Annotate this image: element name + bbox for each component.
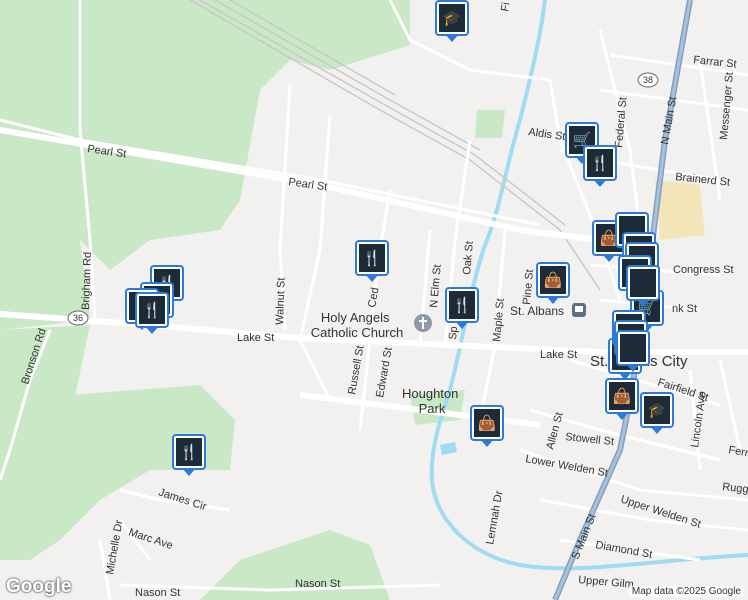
urban-area <box>655 180 705 240</box>
street-label: S Main St <box>570 512 599 561</box>
street-label: Edward St <box>374 346 395 398</box>
fork-knife-icon: 🍴 <box>449 291 475 319</box>
street-label: Aldis St <box>528 126 567 143</box>
street-label: Walnut St <box>274 277 288 325</box>
station-label: St. Albans <box>510 304 564 318</box>
map-marker-education[interactable]: 🎓 <box>435 0 469 42</box>
map-marker-restaurant[interactable]: 🍴 <box>445 287 479 329</box>
street-label: Brigham Rd <box>80 252 94 310</box>
church-icon <box>414 314 432 332</box>
svg-text:36: 36 <box>73 313 83 323</box>
street-label: Pearl St <box>288 176 328 193</box>
street-label: Nason St <box>295 578 340 590</box>
map-marker-shopping[interactable]: 👜 <box>536 262 570 304</box>
street-label: Messenger St <box>718 72 736 141</box>
map-marker-cluster[interactable] <box>626 265 660 307</box>
street-label: N Elm St <box>428 264 444 308</box>
street-label: Ferr <box>727 444 748 459</box>
street-label: Lemnah Dr <box>484 490 505 546</box>
storefront-icon <box>620 334 646 362</box>
fork-knife-icon: 🍴 <box>176 438 202 466</box>
fork-knife-icon: 🍴 <box>139 296 165 324</box>
svg-text:38: 38 <box>643 75 653 85</box>
map-marker-restaurant[interactable]: 🍴 <box>135 292 169 334</box>
street-label: Rugg <box>722 481 748 496</box>
shopping-bag-icon: 👜 <box>540 266 566 294</box>
street-label: Congress St <box>673 264 734 276</box>
graduation-cap-icon: 🎓 <box>439 4 465 32</box>
street-label: Nason St <box>135 587 180 599</box>
street-label: Maple St <box>491 298 507 342</box>
fork-knife-icon: 🍴 <box>359 244 385 272</box>
church-label: Holy Angels Catholic Church <box>311 310 404 340</box>
street-label: Stowell St <box>565 431 615 448</box>
street-label: N Main St <box>659 96 679 146</box>
route-38-shield: 38 <box>637 72 659 88</box>
route-36-shield: 36 <box>67 310 89 326</box>
map-marker-restaurant[interactable]: 🍴 <box>355 240 389 282</box>
shopping-bag-icon: 👜 <box>474 409 500 437</box>
map-marker-shopping[interactable]: 👜 <box>605 378 639 420</box>
shopping-bag-icon: 👜 <box>609 382 635 410</box>
street-label: Diamond St <box>594 539 653 561</box>
graduation-cap-icon: 🎓 <box>644 396 670 424</box>
storefront-icon <box>630 269 656 297</box>
stream <box>429 0 748 571</box>
street-label: Pine St <box>521 269 536 305</box>
street-label: Marc Ave <box>127 526 174 552</box>
street-label: James Cir <box>157 486 208 513</box>
map-marker-education[interactable]: 🎓 <box>640 392 674 434</box>
street-label: Lower Welden St <box>524 453 608 479</box>
street-label: Fi <box>499 1 512 12</box>
street-label: nk St <box>672 303 697 315</box>
map-marker-restaurant[interactable]: 🍴 <box>172 434 206 476</box>
street-label: Lake St <box>540 349 577 361</box>
google-logo: Google <box>6 576 72 597</box>
street-label: Ced <box>366 287 381 309</box>
map-marker-shopping[interactable]: 👜 <box>470 405 504 447</box>
street-label: Oak St <box>461 241 476 276</box>
street-label: Lake St <box>237 332 274 344</box>
street-label: Upper Welden St <box>619 493 702 530</box>
street-label: Upper Gilm <box>578 574 634 591</box>
fork-knife-icon: 🍴 <box>587 149 613 177</box>
map-marker-cluster[interactable] <box>616 330 650 372</box>
map-attribution[interactable]: Map data ©2025 Google <box>628 586 744 597</box>
train-station-icon <box>572 303 586 317</box>
street-label: Allen St <box>544 411 565 451</box>
street-label: Michelle Dr <box>104 519 125 576</box>
map-marker-restaurant[interactable]: 🍴 <box>583 145 617 187</box>
